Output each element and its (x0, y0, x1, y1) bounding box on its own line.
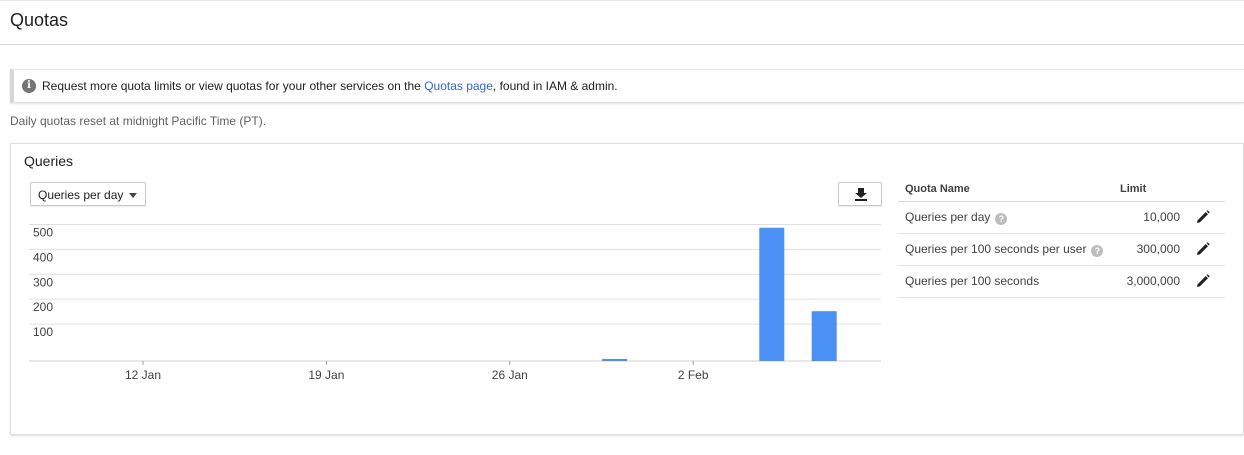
x-tick-label: 2 Feb (678, 368, 709, 382)
quota-name: Queries per 100 seconds (905, 274, 1040, 288)
quota-limit: 300,000 (1120, 233, 1180, 266)
edit-cell (1180, 201, 1225, 234)
chart-bar (811, 311, 837, 361)
y-tick-label: 400 (33, 250, 53, 264)
quota-name-cell: Queries per day? (898, 201, 1120, 234)
y-tick-label: 100 (33, 325, 53, 339)
x-tick-label: 19 Jan (308, 368, 344, 382)
page-title: Quotas (10, 10, 69, 30)
chart-svg: 100 200 300 400 500 12 Jan 19 Jan 26 Jan 2 Feb (29, 224, 881, 382)
page-header: Quotas (0, 0, 1244, 45)
quota-name-cell: Queries per 100 seconds (898, 265, 1120, 298)
caret-down-icon (129, 193, 137, 198)
quota-reset-note: Daily quotas reset at midnight Pacific T… (10, 114, 267, 128)
quota-table-header: Quota Name Limit (898, 178, 1225, 202)
download-button[interactable] (838, 182, 882, 206)
card-title: Queries (24, 153, 74, 169)
edit-pencil-icon[interactable] (1196, 274, 1210, 288)
metric-select[interactable]: Queries per day (30, 182, 146, 206)
queries-card: Queries Queries per day 100 200 300 400 500 1… (10, 143, 1244, 435)
quota-limit: 10,000 (1120, 201, 1180, 234)
y-tick-label: 200 (33, 300, 53, 314)
info-text-after: , found in IAM & admin. (492, 79, 618, 93)
quota-limit: 3,000,000 (1120, 265, 1180, 298)
quota-row: Queries per 100 seconds per user? 300,00… (898, 233, 1225, 266)
edit-cell (1180, 265, 1225, 298)
chart-bar (602, 359, 628, 361)
x-tick-label: 26 Jan (492, 368, 528, 382)
info-banner: i Request more quota limits or view quot… (10, 69, 1244, 103)
quota-row: Queries per day? 10,000 (898, 201, 1225, 234)
download-icon (855, 188, 867, 201)
info-text-before: Request more quota limits or view quotas… (42, 79, 425, 93)
info-banner-text: Request more quota limits or view quotas… (42, 79, 618, 93)
help-icon[interactable]: ? (995, 212, 1008, 225)
quota-name-cell: Queries per 100 seconds per user? (898, 233, 1120, 266)
quotas-page-link[interactable]: Quotas page (424, 79, 493, 93)
y-tick-label: 500 (33, 225, 53, 239)
queries-chart: 100 200 300 400 500 12 Jan 19 Jan 26 Jan 2 Feb (29, 224, 885, 384)
y-tick-label: 300 (33, 275, 53, 289)
quota-table: Quota Name Limit Queries per day? 10,000… (898, 178, 1225, 298)
header-limit: Limit (1120, 178, 1180, 202)
edit-pencil-icon[interactable] (1196, 210, 1210, 224)
quota-name: Queries per day (905, 209, 991, 224)
help-icon[interactable]: ? (1091, 244, 1104, 257)
edit-pencil-icon[interactable] (1196, 242, 1210, 256)
info-icon: i (22, 79, 36, 93)
chart-bar (759, 227, 785, 361)
x-tick-label: 12 Jan (125, 368, 161, 382)
header-edit (1180, 178, 1225, 202)
header-quota-name: Quota Name (898, 178, 1120, 202)
metric-select-value: Queries per day (38, 188, 124, 202)
edit-cell (1180, 233, 1225, 266)
quota-name: Queries per 100 seconds per user (905, 241, 1087, 256)
quota-row: Queries per 100 seconds 3,000,000 (898, 265, 1225, 298)
